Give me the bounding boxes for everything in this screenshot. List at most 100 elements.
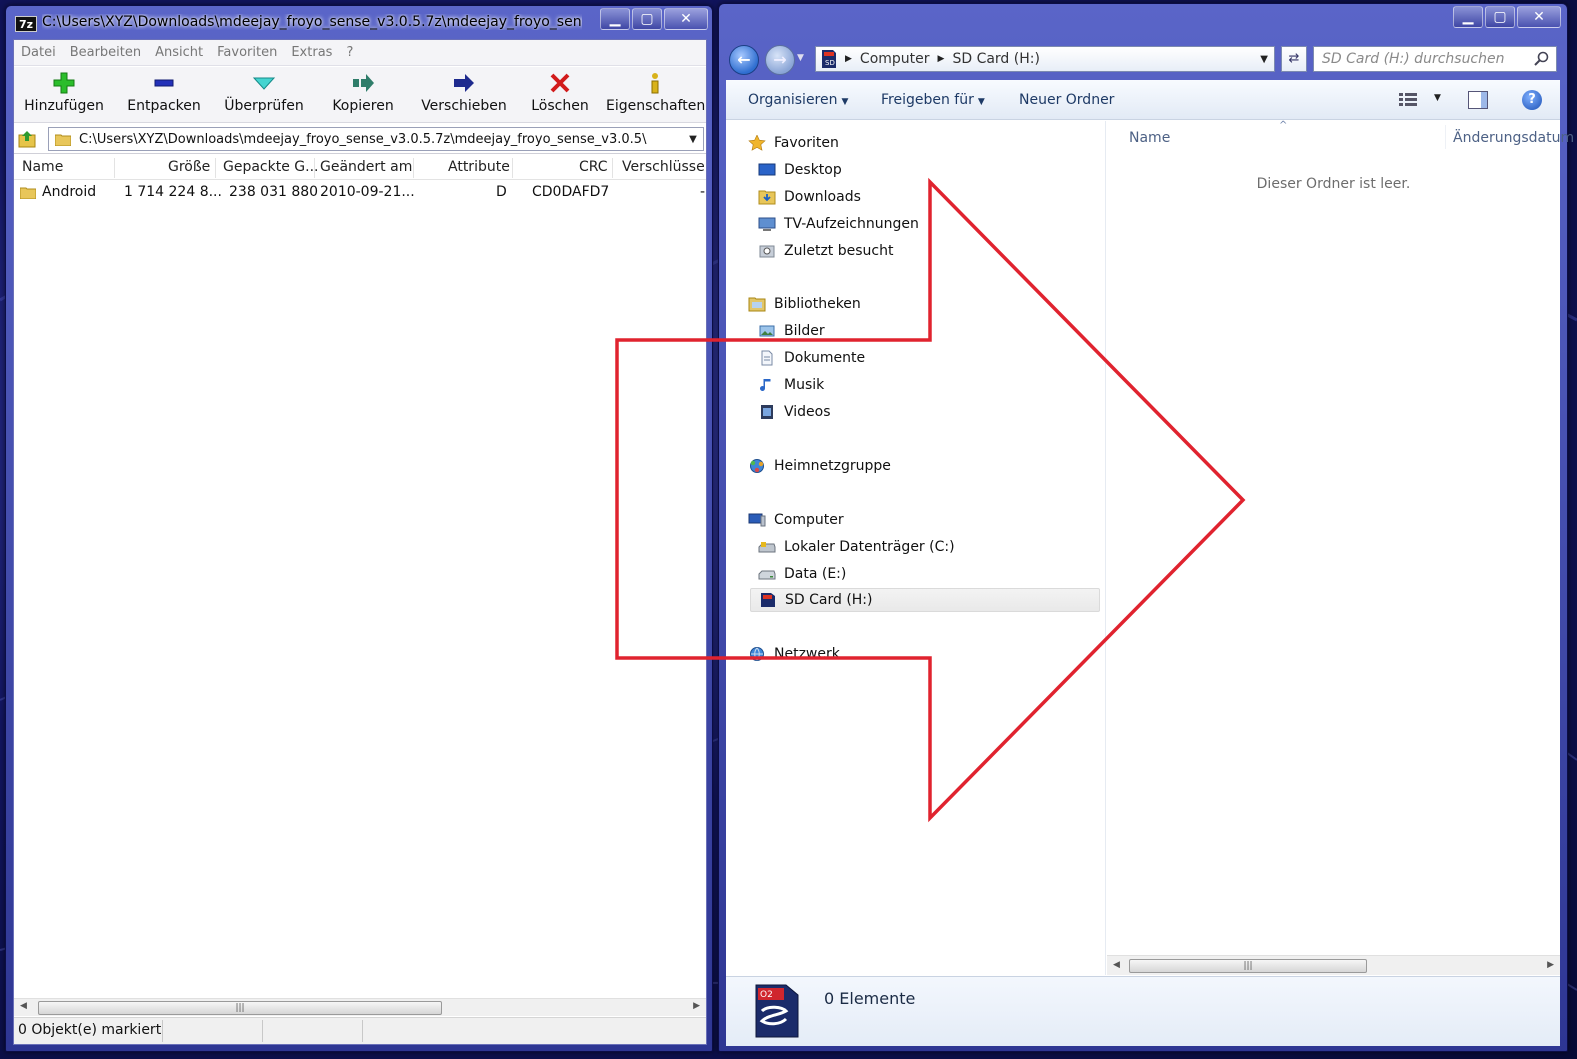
menu-extras[interactable]: Extras: [291, 45, 332, 60]
explorer-window: ▁ ▢ ✕ ← → ▼ SD ▶ Computer ▶ SD Card (H:)…: [718, 3, 1574, 1052]
search-icon[interactable]: [1534, 51, 1550, 67]
downloads-folder-icon: [758, 190, 776, 205]
menu-favoriten[interactable]: Favoriten: [217, 45, 277, 60]
column-modified[interactable]: Änderungsdatum: [1453, 130, 1574, 146]
menu-datei[interactable]: Datei: [21, 45, 56, 60]
column-size[interactable]: Größe: [168, 159, 210, 175]
hard-drive-icon: [758, 570, 776, 580]
up-folder-icon[interactable]: [18, 130, 38, 148]
minimize-icon[interactable]: ▁: [1453, 6, 1483, 28]
nav-libraries[interactable]: Bibliotheken: [748, 292, 861, 316]
breadcrumb-separator-icon[interactable]: ▶: [845, 54, 852, 64]
properties-button[interactable]: Eigenschaften: [606, 71, 705, 121]
table-row[interactable]: Android 1 714 224 8... 238 031 880 2010-…: [14, 182, 706, 204]
recent-places-icon: [759, 245, 775, 258]
column-crc[interactable]: CRC: [579, 159, 608, 175]
add-button[interactable]: Hinzufügen: [24, 71, 104, 121]
nav-pictures[interactable]: Bilder: [758, 319, 825, 343]
help-icon[interactable]: ?: [1522, 90, 1542, 110]
delete-button-label: Löschen: [531, 98, 589, 114]
extract-button-label: Entpacken: [127, 98, 201, 114]
chevron-down-icon[interactable]: ▼: [683, 134, 703, 145]
search-input[interactable]: SD Card (H:) durchsuchen: [1313, 46, 1557, 72]
scroll-thumb[interactable]: |||: [38, 1001, 442, 1015]
nav-drive-e[interactable]: Data (E:): [758, 562, 846, 586]
nav-music-label: Musik: [784, 377, 825, 393]
nav-drive-c[interactable]: Lokaler Datenträger (C:): [758, 535, 955, 559]
row-size: 1 714 224 8...: [124, 184, 222, 200]
scroll-left-icon[interactable]: ◀: [20, 1001, 27, 1011]
sevenzip-statusbar: 0 Objekt(e) markiert: [14, 1017, 706, 1044]
breadcrumb-separator-icon[interactable]: ▶: [938, 54, 945, 64]
forward-arrow-icon[interactable]: →: [765, 45, 795, 75]
scroll-left-icon[interactable]: ◀: [1113, 960, 1120, 970]
column-name[interactable]: Name: [22, 159, 63, 175]
sevenzip-titlebar[interactable]: 7z C:\Users\XYZ\Downloads\mdeejay_froyo_…: [6, 6, 712, 38]
nav-recent[interactable]: Zuletzt besucht: [758, 239, 893, 263]
sevenzip-window: 7z C:\Users\XYZ\Downloads\mdeejay_froyo_…: [5, 5, 713, 1052]
explorer-horizontal-scrollbar[interactable]: ◀ ||| ▶: [1107, 955, 1560, 975]
share-button[interactable]: Freigeben für ▼: [881, 92, 985, 108]
organize-button[interactable]: Organisieren ▼: [748, 92, 848, 108]
extract-button[interactable]: Entpacken: [126, 71, 202, 121]
column-attributes[interactable]: Attribute: [448, 159, 510, 175]
menu-ansicht[interactable]: Ansicht: [155, 45, 203, 60]
preview-pane-icon[interactable]: [1468, 91, 1488, 109]
scroll-right-icon[interactable]: ▶: [693, 1001, 700, 1011]
sevenzip-toolbar: Hinzufügen Entpacken Überprüfen Kopieren…: [14, 67, 706, 123]
scroll-right-icon[interactable]: ▶: [1547, 960, 1554, 970]
nav-homegroup[interactable]: Heimnetzgruppe: [748, 454, 891, 478]
nav-network[interactable]: Netzwerk: [748, 642, 840, 666]
close-icon[interactable]: ✕: [1517, 6, 1561, 28]
empty-folder-message: Dieser Ordner ist leer.: [1256, 176, 1411, 192]
column-modified[interactable]: Geändert am: [320, 159, 412, 175]
copy-button[interactable]: Kopieren: [324, 71, 402, 121]
nav-documents[interactable]: Dokumente: [758, 346, 865, 370]
selection-status: 0 Objekt(e) markiert: [18, 1022, 162, 1038]
nav-computer-label: Computer: [774, 512, 844, 528]
chevron-down-icon[interactable]: ▼: [1260, 54, 1268, 65]
nav-drive-h[interactable]: SD Card (H:): [750, 588, 1100, 612]
menu-bearbeiten[interactable]: Bearbeiten: [70, 45, 141, 60]
nav-downloads[interactable]: Downloads: [758, 185, 861, 209]
nav-desktop[interactable]: Desktop: [758, 158, 842, 182]
file-list-pane[interactable]: ^ Name Änderungsdatum Dieser Ordner ist …: [1107, 120, 1574, 975]
explorer-address-bar[interactable]: SD ▶ Computer ▶ SD Card (H:) ▼: [815, 46, 1275, 72]
nav-tv-recordings[interactable]: TV-Aufzeichnungen: [758, 212, 919, 236]
nav-computer[interactable]: Computer: [748, 508, 844, 532]
delete-button[interactable]: Löschen: [528, 71, 592, 121]
breadcrumb-sd-card[interactable]: SD Card (H:): [952, 51, 1040, 67]
column-encrypted[interactable]: Verschlüsselt: [622, 159, 706, 175]
new-folder-button[interactable]: Neuer Ordner: [1019, 92, 1114, 108]
view-options-icon[interactable]: [1398, 92, 1418, 108]
nav-videos[interactable]: Videos: [758, 400, 831, 424]
move-button-label: Verschieben: [421, 98, 507, 114]
test-button[interactable]: Überprüfen: [220, 71, 308, 121]
row-attributes: D: [496, 184, 507, 200]
folder-icon: [55, 134, 71, 146]
nav-documents-label: Dokumente: [784, 350, 866, 366]
column-packed-size[interactable]: Gepackte G...: [223, 159, 318, 175]
refresh-icon[interactable]: ⇄: [1281, 46, 1307, 72]
back-arrow-icon[interactable]: ←: [729, 45, 759, 75]
sevenzip-horizontal-scrollbar[interactable]: ◀ ||| ▶: [14, 998, 706, 1016]
desktop-icon: [758, 163, 776, 176]
item-count: 0 Elemente: [824, 989, 916, 1008]
minimize-icon[interactable]: ▁: [600, 8, 630, 30]
tv-icon: [758, 217, 776, 231]
move-button[interactable]: Verschieben: [416, 71, 512, 121]
nav-music[interactable]: Musik: [758, 373, 824, 397]
sevenzip-path-combobox[interactable]: C:\Users\XYZ\Downloads\mdeejay_froyo_sen…: [48, 127, 704, 151]
nav-favorites[interactable]: Favoriten: [748, 131, 839, 155]
chevron-down-icon[interactable]: ▼: [1434, 93, 1441, 103]
breadcrumb-computer[interactable]: Computer: [860, 51, 930, 67]
nav-homegroup-label: Heimnetzgruppe: [774, 458, 891, 474]
maximize-icon[interactable]: ▢: [1485, 6, 1515, 28]
close-icon[interactable]: ✕: [664, 8, 708, 30]
column-name[interactable]: Name: [1129, 130, 1170, 146]
maximize-icon[interactable]: ▢: [632, 8, 662, 30]
sevenzip-app-icon[interactable]: 7z: [15, 16, 37, 32]
scroll-thumb[interactable]: |||: [1129, 959, 1367, 973]
history-dropdown-icon[interactable]: ▼: [797, 53, 804, 63]
menu-help[interactable]: ?: [346, 45, 353, 60]
